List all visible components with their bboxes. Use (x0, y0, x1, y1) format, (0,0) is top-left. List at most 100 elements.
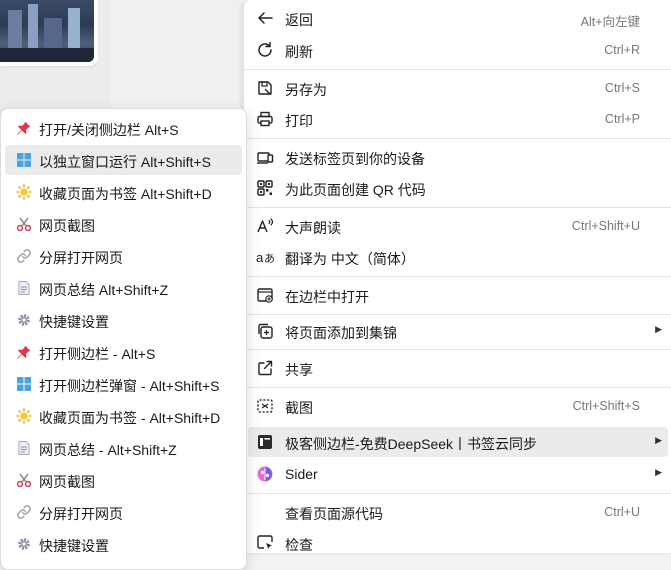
menu-item-save-as[interactable]: 另存为 Ctrl+S (244, 73, 671, 103)
geek-sidebar-extension-icon (256, 433, 274, 451)
menu-item-label: 查看页面源代码 (285, 506, 383, 522)
submenu-item-label: 打开侧边栏弹窗 - Alt+Shift+S (39, 378, 220, 394)
menu-item-label: 极客侧边栏-免费DeepSeek丨书签云同步 (285, 436, 538, 452)
sun-star-icon (16, 408, 32, 424)
menu-item-screenshot[interactable]: 截图 Ctrl+Shift+S (244, 391, 671, 421)
submenu-item-bookmark-page-2[interactable]: 收藏页面为书签 - Alt+Shift+D (5, 401, 242, 431)
svg-text:a: a (256, 250, 264, 265)
scissors-icon (16, 216, 32, 232)
menu-item-shortcut: Ctrl+Shift+S (572, 399, 640, 413)
context-menu: 返回 Alt+向左键 刷新 Ctrl+R 另存为 Ctrl+S 打印 Ctrl+… (243, 0, 671, 553)
submenu-item-label: 收藏页面为书签 - Alt+Shift+D (39, 410, 221, 426)
submenu-item-label: 分屏打开网页 (39, 250, 123, 266)
submenu-item-label: 网页总结 - Alt+Shift+Z (39, 442, 177, 458)
submenu-item-label: 网页截图 (39, 218, 95, 234)
menu-item-create-qr-code[interactable]: 为此页面创建 QR 代码 (244, 173, 671, 203)
submenu-item-label: 分屏打开网页 (39, 506, 123, 522)
menu-item-label: 打印 (285, 113, 313, 129)
window-grid-icon (16, 376, 32, 392)
menu-item-back[interactable]: 返回 Alt+向左键 (244, 3, 671, 33)
submenu-item-label: 打开侧边栏 - Alt+S (39, 346, 156, 362)
submenu-item-run-standalone-window[interactable]: 以独立窗口运行 Alt+Shift+S (5, 145, 242, 175)
menu-item-sider[interactable]: Sider ▶ (244, 459, 671, 489)
menu-item-label: Sider (285, 466, 318, 482)
screenshot-icon (256, 397, 274, 415)
submenu-item-label: 打开/关闭侧边栏 Alt+S (39, 122, 179, 138)
menu-item-label: 返回 (285, 12, 313, 28)
menu-item-label: 另存为 (285, 82, 327, 98)
submenu-item-label: 网页总结 Alt+Shift+Z (39, 282, 169, 298)
print-icon (256, 110, 274, 128)
link-icon (16, 248, 32, 264)
submenu-item-open-sidebar[interactable]: 打开侧边栏 - Alt+S (5, 337, 242, 367)
back-arrow-icon (256, 9, 274, 27)
submenu-item-page-summary[interactable]: 网页总结 Alt+Shift+Z (5, 273, 242, 303)
menu-separator (244, 69, 671, 70)
menu-item-shortcut: Ctrl+Shift+U (571, 219, 640, 233)
gear-icon (16, 536, 32, 552)
menu-item-add-to-collections[interactable]: 将页面添加到集锦 ▶ (244, 316, 671, 346)
menu-item-shortcut: Ctrl+U (604, 505, 640, 519)
menu-item-shortcut: Ctrl+R (604, 43, 640, 57)
submenu-arrow-icon: ▶ (655, 435, 662, 445)
submenu-item-split-screen-2[interactable]: 分屏打开网页 (5, 497, 242, 527)
submenu-item-label: 以独立窗口运行 Alt+Shift+S (39, 154, 211, 170)
share-icon (256, 359, 274, 377)
pin-icon (16, 120, 32, 136)
menu-item-shortcut: Alt+向左键 (580, 15, 640, 29)
menu-item-label: 在边栏中打开 (285, 289, 369, 305)
submenu-item-page-summary-2[interactable]: 网页总结 - Alt+Shift+Z (5, 433, 242, 463)
page-thumbnail-card (0, 0, 98, 66)
submenu-arrow-icon: ▶ (655, 467, 662, 477)
collections-icon (256, 322, 274, 340)
menu-item-print[interactable]: 打印 Ctrl+P (244, 104, 671, 134)
pin-icon (16, 344, 32, 360)
submenu-item-label: 收藏页面为书签 Alt+Shift+D (39, 186, 212, 202)
menu-item-translate[interactable]: aあ 翻译为 中文（简体） (244, 242, 671, 272)
menu-item-view-page-source[interactable]: 查看页面源代码 Ctrl+U (244, 497, 671, 527)
submenu-arrow-icon: ▶ (655, 324, 662, 334)
menu-item-label: 刷新 (285, 44, 313, 60)
submenu-item-label: 快捷键设置 (39, 314, 109, 330)
submenu-item-shortcut-settings[interactable]: 快捷键设置 (5, 305, 242, 335)
menu-item-label: 共享 (285, 362, 313, 378)
menu-item-label: 截图 (285, 400, 313, 416)
menu-item-inspect[interactable]: 检查 (244, 528, 671, 558)
submenu-item-bookmark-page[interactable]: 收藏页面为书签 Alt+Shift+D (5, 177, 242, 207)
menu-item-label: 检查 (285, 537, 313, 553)
submenu-item-webpage-screenshot-2[interactable]: 网页截图 (5, 465, 242, 495)
menu-item-send-to-devices[interactable]: 发送标签页到你的设备 (244, 142, 671, 172)
menu-item-read-aloud[interactable]: 大声朗读 Ctrl+Shift+U (244, 211, 671, 241)
menu-item-geek-sidebar-extension[interactable]: 极客侧边栏-免费DeepSeek丨书签云同步 ▶ (248, 427, 668, 457)
menu-separator (244, 138, 671, 139)
extension-submenu: 打开/关闭侧边栏 Alt+S 以独立窗口运行 Alt+Shift+S 收藏页面为… (0, 108, 247, 570)
menu-item-share[interactable]: 共享 (244, 353, 671, 383)
sun-star-icon (16, 184, 32, 200)
menu-separator (244, 493, 671, 494)
send-to-devices-icon (256, 148, 274, 166)
window-grid-icon (16, 152, 32, 168)
submenu-item-shortcut-settings-2[interactable]: 快捷键设置 (5, 529, 242, 559)
qr-code-icon (256, 179, 274, 197)
menu-separator (244, 387, 671, 388)
link-icon (16, 504, 32, 520)
scissors-icon (16, 472, 32, 488)
menu-item-refresh[interactable]: 刷新 Ctrl+R (244, 35, 671, 65)
open-in-sidebar-icon (256, 286, 274, 304)
svg-text:あ: あ (264, 252, 274, 265)
menu-item-open-in-sidebar[interactable]: 在边栏中打开 (244, 280, 671, 310)
submenu-item-open-sidebar-popup[interactable]: 打开侧边栏弹窗 - Alt+Shift+S (5, 369, 242, 399)
save-as-icon (256, 79, 274, 97)
menu-separator (244, 276, 671, 277)
inspect-icon (256, 534, 274, 552)
menu-separator (244, 314, 671, 315)
submenu-item-webpage-screenshot[interactable]: 网页截图 (5, 209, 242, 239)
document-icon (16, 280, 32, 296)
menu-item-label: 将页面添加到集锦 (285, 325, 397, 341)
menu-item-shortcut: Ctrl+P (604, 112, 640, 126)
submenu-item-label: 快捷键设置 (39, 538, 109, 554)
submenu-item-toggle-sidebar[interactable]: 打开/关闭侧边栏 Alt+S (5, 113, 242, 143)
submenu-item-split-screen[interactable]: 分屏打开网页 (5, 241, 242, 271)
menu-item-label: 大声朗读 (285, 220, 341, 236)
menu-separator (244, 349, 671, 350)
